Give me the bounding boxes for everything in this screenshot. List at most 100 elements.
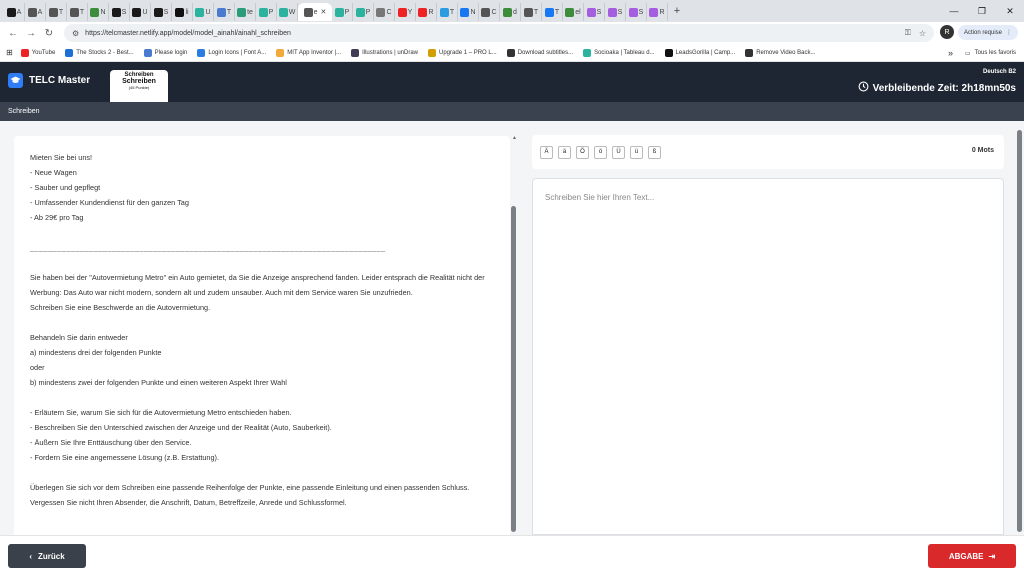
new-tab-button[interactable]: + [668,5,686,17]
browser-tab[interactable]: T [67,3,88,21]
bookmarks-bar: ⊞ YouTube The Stocks 2 - Best... Please lo… [0,44,1024,62]
tab-favicon [237,7,247,17]
browser-tab[interactable]: T [437,3,458,21]
apps-grid-icon[interactable]: ⊞ [6,48,13,57]
minimize-icon[interactable]: — [940,0,968,22]
password-key-icon[interactable]: ⚿ [905,28,911,38]
action-required-button[interactable]: Action requise ⋮ [958,25,1018,40]
restore-icon[interactable]: ❐ [968,0,996,22]
tab-label: T [533,8,539,16]
browser-tab[interactable]: d [500,3,521,21]
browser-tab[interactable]: C [374,3,395,21]
forward-arrow-icon[interactable]: → [22,24,40,42]
browser-tab[interactable]: R [647,3,668,21]
special-char-button[interactable]: ü [630,145,643,159]
bookmark-item[interactable]: Illustrations | unDraw [351,48,418,57]
site-info-icon[interactable]: ⚙ [72,29,79,38]
ad-line: - Sauber und gepflegt [30,183,101,192]
browser-tab[interactable]: S [626,3,647,21]
back-button[interactable]: ‹ Zurück [8,544,86,568]
special-char-button[interactable]: Ü [612,145,625,159]
tab-label: A [16,8,22,16]
bookmark-item[interactable]: YouTube [20,48,55,57]
browser-tab-active[interactable]: e ✕ [298,3,332,21]
special-char-button[interactable]: Ä [540,145,553,159]
browser-tab[interactable]: T [521,3,542,21]
address-bar[interactable]: ⚙ https://telcmaster.netlify.app/model/m… [64,24,934,42]
browser-tab[interactable]: R [416,3,437,21]
browser-tab[interactable]: C [479,3,500,21]
browser-tab[interactable]: W [277,3,298,21]
browser-tab[interactable]: P [332,3,353,21]
browser-tab[interactable]: U [193,3,214,21]
bookmark-favicon-icon [20,48,29,57]
browser-tab[interactable]: P [256,3,277,21]
tab-label: S [596,8,602,16]
browser-tab[interactable]: S [109,3,130,21]
bookmark-item[interactable]: MIT App Inventor |... [276,48,341,57]
tab-label: U [205,8,211,16]
tab-label: Y [407,8,413,16]
browser-tab[interactable]: T [214,3,235,21]
tab-favicon [175,7,185,17]
special-char-button[interactable]: Ö [576,145,589,159]
tab-label: S [638,8,644,16]
tab-label: U [142,8,148,16]
bookmarks-overflow-icon[interactable]: » [948,48,953,58]
browser-tab[interactable]: S [584,3,605,21]
tab-favicon [216,7,226,17]
instruction-line: Behandeln Sie darin entweder [30,333,128,342]
close-window-icon[interactable]: ✕ [996,0,1024,22]
submit-button[interactable]: ABGABE ⇥ [928,544,1016,568]
browser-tab-strip: A A T T N S U Sli U Tte P W e ✕ P P C Y R T N Cd T Tel S S S R +… [0,0,1024,22]
tab-label: P [365,8,371,16]
tab-favicon [397,7,407,17]
browser-toolbar: ← → ↻ ⚙ https://telcmaster.netlify.app/m… [0,22,1024,44]
all-bookmarks-link[interactable]: Tous les favoris [975,50,1016,56]
browser-tab[interactable]: te [235,3,256,21]
scroll-up-icon[interactable]: ▲ [512,135,517,141]
browser-tab[interactable]: S [151,3,172,21]
browser-tab[interactable]: P [353,3,374,21]
bookmark-item[interactable]: Socioaka | Tableau d... [583,48,655,57]
browser-tab[interactable]: U [130,3,151,21]
browser-tab[interactable]: A [25,3,46,21]
browser-tab[interactable]: T [46,3,67,21]
page-scrollbar[interactable] [1017,130,1022,532]
browser-tab[interactable]: li [172,3,193,21]
tab-label: R [659,8,665,16]
bookmark-item[interactable]: Please login [143,48,187,57]
brand[interactable]: TELC Master [8,73,90,88]
browser-tab[interactable]: N [88,3,109,21]
bookmark-item[interactable]: LeadsGorilla | Camp... [664,48,735,57]
bookmark-item[interactable]: Login Icons | Font A... [197,48,266,57]
close-icon[interactable]: ✕ [321,8,327,16]
special-char-button[interactable]: ö [594,145,607,159]
browser-tab[interactable]: el [563,3,584,21]
answer-textarea[interactable] [533,179,1003,534]
task-scrollbar[interactable] [511,206,516,532]
bookmark-star-icon[interactable]: ☆ [919,29,926,38]
bookmark-item[interactable]: Upgrade 1 – PRO L... [428,48,497,57]
tab-schreiben[interactable]: Schreiben Schreiben (45 Punkte) [110,70,168,102]
bookmark-favicon-icon [583,48,592,57]
browser-tab[interactable]: A [4,3,25,21]
reload-icon[interactable]: ↻ [40,24,58,42]
tab-label: T [79,8,85,16]
bookmark-item[interactable]: Remove Video Back... [745,48,816,57]
back-arrow-icon[interactable]: ← [4,24,22,42]
special-char-button[interactable]: ä [558,145,571,159]
bookmark-item[interactable]: Download subtitles... [506,48,573,57]
special-char-button[interactable]: ß [648,145,661,159]
browser-tab[interactable]: Y [395,3,416,21]
browser-tab[interactable]: S [605,3,626,21]
browser-tab[interactable]: N [458,3,479,21]
bookmark-item[interactable]: The Stocks 2 - Best... [65,48,134,57]
tab-favicon [303,7,313,17]
profile-avatar[interactable]: R [940,25,954,39]
bookmark-label: Remove Video Back... [756,49,816,56]
browser-tab[interactable]: T [542,3,563,21]
task-panel[interactable]: Mieten Sie bei uns! - Neue Wagen - Sauber … [14,136,510,535]
instruction-line: b) mindestens zwei der folgenden Punkte … [30,378,287,387]
app-header: TELC Master Schreiben Schreiben (45 Punk… [0,62,1024,102]
